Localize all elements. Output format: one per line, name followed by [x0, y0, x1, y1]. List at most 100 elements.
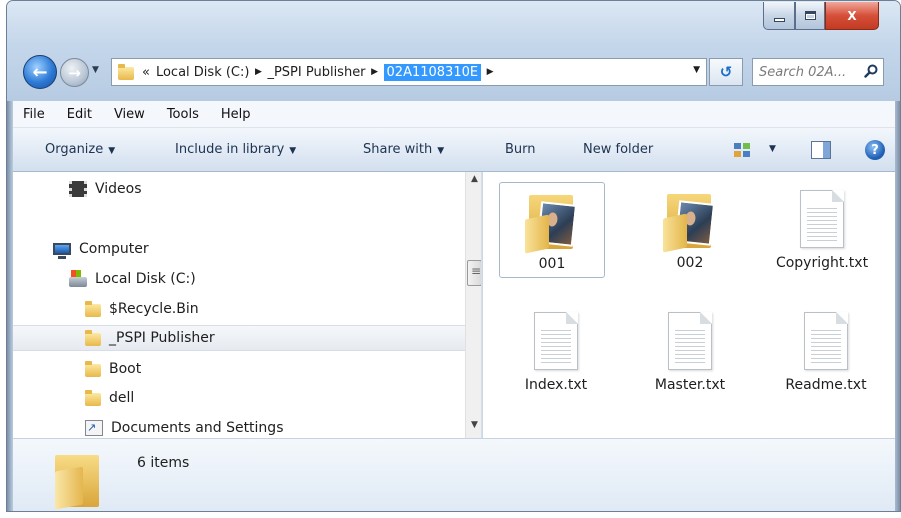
menu-tools[interactable]: Tools — [167, 107, 199, 122]
close-button[interactable]: X — [825, 2, 879, 30]
address-bar[interactable]: « Local Disk (C:) ▶ _PSPI Publisher ▶ 02… — [111, 58, 707, 86]
crumb-current-folder[interactable]: 02A1108310E — [383, 63, 482, 81]
navigation-scrollbar[interactable]: ▲ ▼ — [465, 172, 481, 438]
organize-label: Organize — [45, 142, 104, 157]
file-item-readme-txt[interactable]: Readme.txt — [773, 308, 879, 395]
file-list: 001 002 Copyright.txt Index.txt Master.t… — [483, 172, 895, 438]
maximize-button[interactable] — [795, 2, 825, 30]
crumb-separator-icon[interactable]: ▶ — [251, 67, 265, 77]
file-item-label: 002 — [676, 255, 704, 271]
file-item-001[interactable]: 001 — [499, 182, 605, 278]
help-icon[interactable]: ? — [865, 140, 885, 160]
tree-item-documents-and-settings[interactable]: Documents and Settings — [85, 415, 283, 438]
folder-icon — [85, 300, 101, 317]
back-arrow-icon: ← — [32, 61, 48, 83]
menu-edit[interactable]: Edit — [67, 107, 92, 122]
file-item-label: 001 — [538, 256, 566, 272]
scroll-down-icon[interactable]: ▼ — [466, 420, 481, 436]
tree-item-label: Videos — [95, 181, 142, 197]
tree-item-label: Documents and Settings — [111, 420, 284, 436]
file-item-label: Copyright.txt — [775, 255, 869, 271]
file-item-002[interactable]: 002 — [637, 182, 743, 273]
items-count: 6 items — [137, 455, 190, 471]
text-file-icon — [668, 312, 712, 370]
forward-arrow-icon: → — [68, 63, 81, 82]
address-dropdown-icon[interactable]: ▼ — [693, 65, 700, 75]
view-options-dropdown-icon[interactable]: ▼ — [769, 144, 776, 154]
menu-help[interactable]: Help — [221, 107, 251, 122]
refresh-icon: ↺ — [719, 63, 733, 81]
crumb-separator-icon[interactable]: ▶ — [483, 67, 497, 77]
details-pane: 6 items — [13, 438, 895, 511]
file-item-label: Index.txt — [524, 377, 588, 393]
minimize-button[interactable] — [763, 2, 795, 30]
shortcut-folder-icon — [85, 420, 103, 436]
include-in-library-button[interactable]: Include in library ▼ — [175, 142, 296, 157]
crumb-local-disk[interactable]: Local Disk (C:) — [156, 65, 249, 80]
folder-icon — [55, 451, 103, 510]
tree-item-dell[interactable]: dell — [85, 385, 134, 411]
tree-item-label: _PSPI Publisher — [109, 330, 215, 346]
file-item-copyright-txt[interactable]: Copyright.txt — [769, 186, 875, 273]
forward-button[interactable]: → — [60, 58, 89, 87]
tree-item-label: $Recycle.Bin — [109, 301, 199, 317]
refresh-button[interactable]: ↺ — [709, 58, 743, 86]
close-icon: X — [847, 8, 857, 23]
burn-button[interactable]: Burn — [505, 142, 536, 157]
file-item-label: Readme.txt — [785, 377, 867, 393]
chevron-down-icon: ▼ — [437, 146, 445, 156]
film-icon — [69, 181, 87, 197]
text-file-icon — [800, 190, 844, 248]
folder-icon — [85, 360, 101, 377]
file-item-index-txt[interactable]: Index.txt — [503, 308, 609, 395]
hard-disk-icon — [69, 269, 87, 287]
maximize-icon — [804, 11, 816, 20]
scroll-up-icon[interactable]: ▲ — [466, 174, 481, 190]
file-item-label: Master.txt — [654, 377, 726, 393]
folder-icon — [85, 389, 101, 406]
photo-folder-icon — [525, 189, 579, 254]
tree-item-computer[interactable]: Computer — [53, 236, 149, 262]
text-file-icon — [534, 312, 578, 370]
chevron-down-icon: ▼ — [108, 146, 116, 156]
tree-item-local-disk[interactable]: Local Disk (C:) — [69, 266, 196, 292]
organize-button[interactable]: Organize ▼ — [45, 142, 115, 157]
include-in-library-label: Include in library — [175, 142, 285, 157]
folder-icon — [118, 63, 134, 80]
minimize-icon — [773, 17, 785, 22]
crumb-pspi-publisher[interactable]: _PSPI Publisher — [267, 65, 365, 80]
explorer-window: X ← → ▼ « Local Disk (C:) ▶ _PSPI Publis… — [6, 0, 901, 512]
share-with-button[interactable]: Share with ▼ — [363, 142, 444, 157]
file-item-master-txt[interactable]: Master.txt — [637, 308, 743, 395]
crumb-separator-icon[interactable]: ▶ — [368, 67, 382, 77]
back-button[interactable]: ← — [23, 55, 57, 89]
share-with-label: Share with — [363, 142, 433, 157]
tree-item-pspi-publisher[interactable]: _PSPI Publisher — [13, 325, 465, 351]
menu-bar: File Edit View Tools Help — [13, 101, 895, 128]
photo-folder-icon — [663, 188, 717, 253]
new-folder-button[interactable]: New folder — [583, 142, 653, 157]
navigation-pane: Videos Computer Local Disk (C:) $Recycle… — [13, 172, 482, 438]
tree-item-videos[interactable]: Videos — [69, 176, 142, 202]
tree-item-label: Boot — [109, 361, 142, 377]
tree-item-label: Local Disk (C:) — [95, 271, 196, 287]
search-icon[interactable] — [864, 64, 878, 78]
preview-pane-icon[interactable] — [811, 141, 831, 159]
scrollbar-thumb[interactable] — [467, 260, 481, 286]
command-bar: Organize ▼ Include in library ▼ Share with… — [13, 128, 895, 172]
tree-item-label: Computer — [79, 241, 149, 257]
tree-item-label: dell — [109, 390, 135, 406]
menu-file[interactable]: File — [23, 107, 45, 122]
change-view-icon[interactable] — [733, 142, 751, 158]
search-input[interactable] — [759, 64, 857, 80]
search-box[interactable] — [752, 58, 884, 86]
address-overflow[interactable]: « — [142, 65, 150, 80]
menu-view[interactable]: View — [114, 107, 145, 122]
tree-item-boot[interactable]: Boot — [85, 356, 141, 382]
folder-icon — [85, 329, 101, 346]
chevron-down-icon: ▼ — [289, 146, 297, 156]
computer-icon — [53, 243, 71, 259]
text-file-icon — [804, 312, 848, 370]
tree-item-recycle-bin[interactable]: $Recycle.Bin — [85, 296, 199, 322]
recent-pages-dropdown[interactable]: ▼ — [92, 65, 104, 79]
